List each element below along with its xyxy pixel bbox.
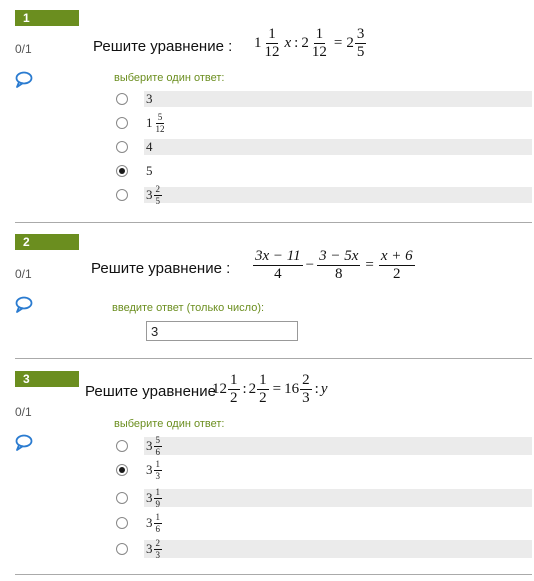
radio-button[interactable]: [116, 543, 128, 555]
radio-button[interactable]: [116, 141, 128, 153]
radio-button[interactable]: [116, 189, 128, 201]
divider: [15, 222, 532, 223]
answer-hint: введите ответ (только число):: [112, 302, 265, 314]
question-prompt: Решите уравнение :: [91, 260, 231, 277]
answer-option[interactable]: 4: [114, 139, 532, 155]
answer-input[interactable]: [146, 321, 298, 341]
divider: [15, 358, 532, 359]
question-number: 3: [15, 371, 79, 387]
question-score: 0/1: [15, 42, 32, 56]
comment-icon[interactable]: [14, 296, 34, 314]
answer-option[interactable]: 1 5 12: [114, 112, 532, 133]
radio-button[interactable]: [116, 440, 128, 452]
equation: 3x − 11 4 − 3 − 5x 8 = x + 62: [253, 248, 415, 282]
answer-option[interactable]: 313: [114, 459, 532, 480]
question-score: 0/1: [15, 405, 32, 419]
question-score: 0/1: [15, 267, 32, 281]
equation: 1 1 12 x : 2 1 12 = 2 35: [254, 26, 367, 60]
question-prompt: Решите уравнение :: [93, 38, 233, 55]
answer-option[interactable]: 319: [114, 487, 532, 508]
radio-button[interactable]: [116, 117, 128, 129]
question-number: 1: [15, 10, 79, 26]
divider: [15, 574, 532, 575]
radio-button[interactable]: [116, 93, 128, 105]
answer-option[interactable]: 325: [114, 184, 532, 205]
answer-option[interactable]: 316: [114, 512, 532, 533]
answer-option[interactable]: 356: [114, 435, 532, 456]
answer-option[interactable]: 323: [114, 538, 532, 559]
question-prompt: Решите уравнение: [85, 383, 216, 400]
radio-button[interactable]: [116, 517, 128, 529]
answer-option[interactable]: 5: [114, 163, 532, 179]
comment-icon[interactable]: [14, 434, 34, 452]
equation: 12 12 : 2 12 = 16 23 : y: [212, 372, 328, 406]
radio-button-selected[interactable]: [116, 464, 128, 476]
answer-option[interactable]: 3: [114, 91, 532, 107]
answer-hint: выберите один ответ:: [114, 72, 225, 84]
radio-button[interactable]: [116, 492, 128, 504]
comment-icon[interactable]: [14, 71, 34, 89]
question-number: 2: [15, 234, 79, 250]
radio-button-selected[interactable]: [116, 165, 128, 177]
answer-hint: выберите один ответ:: [114, 418, 225, 430]
